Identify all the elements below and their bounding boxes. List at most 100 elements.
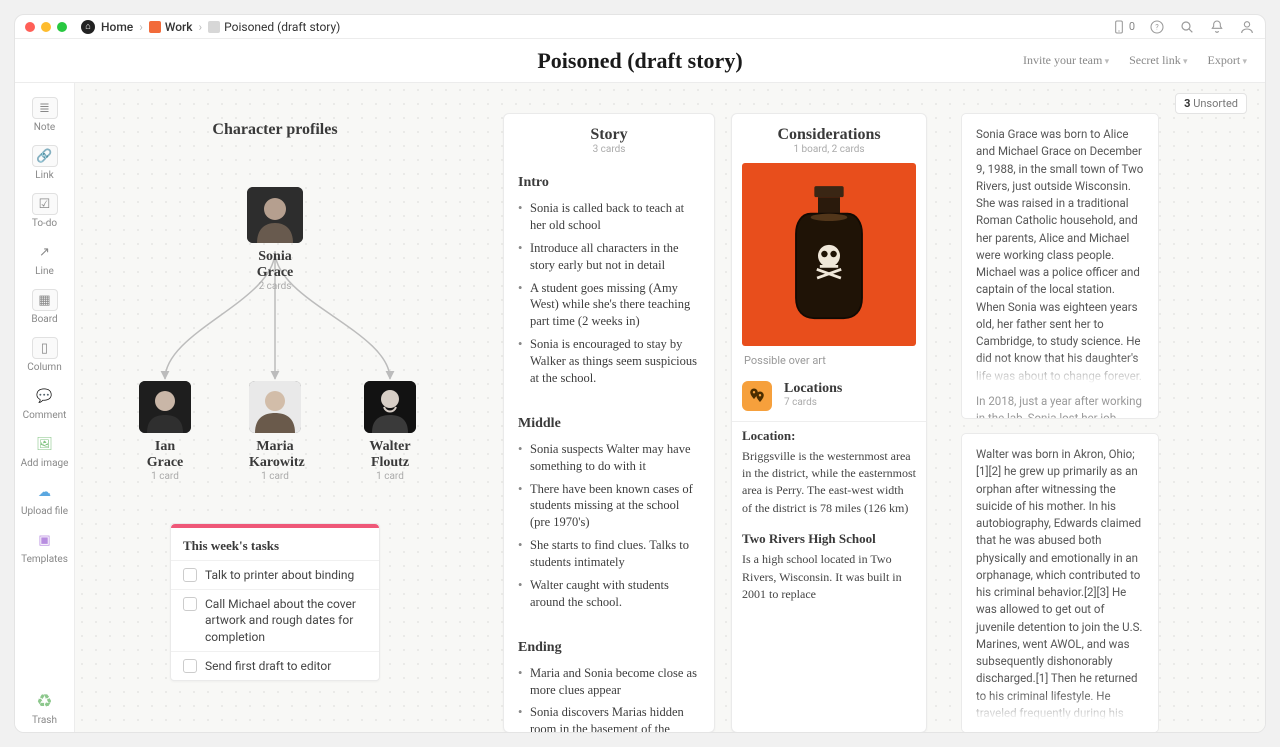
character-sonia[interactable]: Sonia Grace 2 cards [245, 187, 305, 292]
note-paragraph: Sonia Grace was born to Alice and Michae… [976, 126, 1144, 385]
list-item[interactable]: Sonia is called back to teach at her old… [530, 197, 700, 237]
list-item[interactable]: Maria and Sonia become close as more clu… [530, 662, 700, 702]
unsorted-count: 3 [1184, 97, 1190, 110]
secret-link-menu[interactable]: Secret link [1129, 53, 1187, 68]
list-item[interactable]: Sonia suspects Walter may have something… [530, 438, 700, 478]
tool-todo[interactable]: ☑To-do [20, 189, 70, 235]
list-item[interactable]: Sonia discovers Marias hidden room in th… [530, 701, 700, 732]
device-count: 0 [1129, 20, 1135, 33]
tool-label: Comment [23, 410, 67, 421]
character-name: Ian Grace [139, 439, 191, 471]
breadcrumb-current: Poisoned (draft story) [208, 20, 340, 34]
tool-trash[interactable]: ♻ Trash [20, 686, 70, 732]
profiles-title: Character profiles [105, 121, 445, 139]
checkbox[interactable] [183, 659, 197, 673]
app-body: ≣Note 🔗Link ☑To-do ↗Line ▦Board ▯Column … [15, 83, 1265, 732]
export-menu[interactable]: Export [1208, 53, 1247, 68]
note-paragraph: In 2018, just a year after working in th… [976, 393, 1144, 419]
checkbox[interactable] [183, 568, 197, 582]
story-middle-heading: Middle [504, 404, 714, 438]
tool-label: Add image [21, 458, 69, 469]
tool-label: Trash [32, 715, 57, 726]
draft-color-icon [208, 21, 220, 33]
tool-note[interactable]: ≣ Note [20, 93, 70, 139]
map-pin-icon [748, 387, 766, 405]
character-meta: 1 card [139, 471, 191, 482]
note-icon: ≣ [32, 97, 58, 119]
tool-label: Upload file [21, 506, 68, 517]
tool-column[interactable]: ▯ Column [20, 333, 70, 379]
trash-icon: ♻ [32, 690, 58, 712]
list-item[interactable]: A student goes missing (Amy West) while … [530, 277, 700, 334]
note-sonia-bio[interactable]: Sonia Grace was born to Alice and Michae… [961, 113, 1159, 419]
column-meta: 1 board, 2 cards [742, 144, 916, 163]
story-intro-heading: Intro [504, 163, 714, 197]
unsorted-badge[interactable]: 3 Unsorted [1175, 93, 1247, 114]
column-title: Story [504, 114, 714, 144]
work-color-icon [149, 21, 161, 33]
character-ian[interactable]: Ian Grace 1 card [139, 381, 191, 482]
tool-upload-file[interactable]: ☁Upload file [20, 477, 70, 523]
page-title: Poisoned (draft story) [537, 48, 742, 74]
task-item[interactable]: Talk to printer about binding [171, 561, 379, 589]
tool-label: Note [34, 122, 55, 133]
avatar [364, 381, 416, 433]
user-icon[interactable] [1239, 19, 1255, 35]
character-meta: 1 card [249, 471, 301, 482]
breadcrumb-home[interactable]: Home [101, 20, 133, 34]
column-icon: ▯ [32, 337, 58, 359]
device-badge[interactable]: 0 [1111, 19, 1135, 35]
note-walter-bio[interactable]: Walter was born in Akron, Ohio;[1][2] he… [961, 433, 1159, 732]
zoom-window-button[interactable] [57, 22, 67, 32]
tool-templates[interactable]: ▣Templates [20, 525, 70, 571]
help-icon[interactable]: ? [1149, 19, 1165, 35]
unsorted-label: Unsorted [1193, 97, 1238, 110]
character-profiles: Character profiles Sonia Grace 2 cards [105, 121, 445, 461]
tool-label: Templates [21, 554, 68, 565]
close-window-button[interactable] [25, 22, 35, 32]
tool-label: Column [27, 362, 61, 373]
image-icon: 🖼 [32, 433, 58, 455]
considerations-column[interactable]: Considerations 1 board, 2 cards [731, 113, 927, 732]
tasks-card[interactable]: This week's tasks Talk to printer about … [170, 523, 380, 681]
tool-board[interactable]: ▦Board [20, 285, 70, 331]
character-walter[interactable]: Walter Floutz 1 card [364, 381, 416, 482]
story-column[interactable]: Story 3 cards Intro Sonia is called back… [503, 113, 715, 732]
minimize-window-button[interactable] [41, 22, 51, 32]
character-meta: 1 card [364, 471, 416, 482]
character-name: Maria Karowitz [249, 439, 301, 471]
invite-team-menu[interactable]: Invite your team [1023, 53, 1109, 68]
list-item[interactable]: Walter caught with students around the s… [530, 574, 700, 614]
list-item[interactable]: Sonia is encouraged to stay by Walker as… [530, 333, 700, 390]
list-item[interactable]: There have been known cases of students … [530, 478, 700, 535]
canvas[interactable]: 3 Unsorted Character profiles [75, 83, 1265, 732]
tool-comment[interactable]: 💬 Comment [20, 381, 70, 427]
line-icon: ↗ [32, 241, 58, 263]
character-maria[interactable]: Maria Karowitz 1 card [249, 381, 301, 482]
breadcrumb-work-label[interactable]: Work [165, 20, 193, 34]
chevron-right-icon: › [199, 20, 203, 34]
comment-icon: 💬 [32, 385, 58, 407]
tool-line[interactable]: ↗Line [20, 237, 70, 283]
breadcrumb-work[interactable]: Work [149, 20, 193, 34]
list-item[interactable]: Introduce all characters in the story ea… [530, 237, 700, 277]
search-icon[interactable] [1179, 19, 1195, 35]
school-text: Is a high school located in Two Rivers, … [742, 547, 916, 611]
bell-icon[interactable] [1209, 19, 1225, 35]
task-label: Call Michael about the cover artwork and… [205, 596, 367, 645]
tool-label: Link [35, 170, 53, 181]
tool-link[interactable]: 🔗Link [20, 141, 70, 187]
checkbox[interactable] [183, 597, 197, 611]
home-icon[interactable]: ⌂ [81, 20, 95, 34]
avatar [139, 381, 191, 433]
titlebar-actions: 0 ? [1111, 19, 1255, 35]
image-caption: Possible over art [742, 346, 916, 381]
list-item[interactable]: She starts to find clues. Talks to stude… [530, 534, 700, 574]
locations-board-link[interactable]: Locations 7 cards [742, 381, 916, 421]
tool-add-image[interactable]: 🖼 Add image [20, 429, 70, 475]
task-item[interactable]: Send first draft to editor [171, 652, 379, 680]
breadcrumb-current-label: Poisoned (draft story) [224, 20, 340, 34]
character-name: Sonia Grace [245, 249, 305, 281]
task-item[interactable]: Call Michael about the cover artwork and… [171, 590, 379, 651]
cover-art-image[interactable] [742, 163, 916, 346]
